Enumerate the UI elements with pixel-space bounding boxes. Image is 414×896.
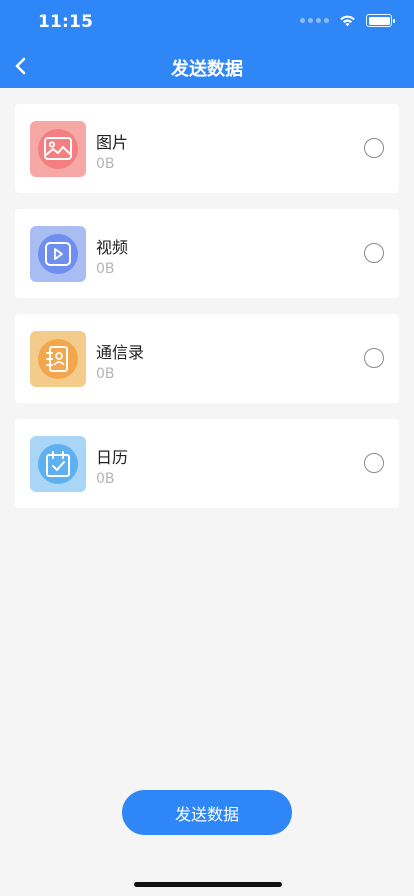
- page-title: 发送数据: [171, 59, 243, 80]
- send-data-button[interactable]: 发送数据: [122, 790, 292, 835]
- list-item-videos[interactable]: 视频 0B: [15, 209, 399, 298]
- select-radio[interactable]: [364, 453, 384, 473]
- calendar-tile: [30, 436, 86, 492]
- item-title: 图片: [96, 133, 129, 152]
- item-title: 视频: [96, 238, 129, 257]
- select-radio[interactable]: [364, 348, 384, 368]
- video-play-icon: [45, 242, 71, 266]
- list-item-contacts[interactable]: 通信录 0B: [15, 314, 399, 403]
- contacts-book-icon: [46, 346, 68, 372]
- image-icon: [44, 137, 72, 160]
- header: 11:15 发送数据: [0, 0, 414, 88]
- home-indicator: [134, 882, 282, 887]
- data-type-list: 图片 0B 视频 0B 通信录 0B 日历 0B: [15, 104, 399, 524]
- list-item-photos[interactable]: 图片 0B: [15, 104, 399, 193]
- item-size: 0B: [96, 471, 115, 487]
- item-size: 0B: [96, 261, 115, 277]
- item-size: 0B: [96, 366, 115, 382]
- wifi-icon: [340, 15, 355, 27]
- status-time: 11:15: [38, 12, 94, 32]
- select-radio[interactable]: [364, 138, 384, 158]
- select-radio[interactable]: [364, 243, 384, 263]
- battery-icon: [366, 14, 395, 27]
- calendar-check-icon: [46, 451, 70, 477]
- item-size: 0B: [96, 156, 115, 172]
- signal-icon: [300, 18, 329, 23]
- photos-tile: [30, 121, 86, 177]
- item-title: 日历: [96, 448, 129, 467]
- videos-tile: [30, 226, 86, 282]
- status-icons: [300, 14, 395, 27]
- item-title: 通信录: [96, 343, 145, 362]
- screen: 11:15 发送数据 图片 0B 视频 0B 通信录 0B 日历 0B 发送数据: [0, 0, 414, 896]
- list-item-calendar[interactable]: 日历 0B: [15, 419, 399, 508]
- contacts-tile: [30, 331, 86, 387]
